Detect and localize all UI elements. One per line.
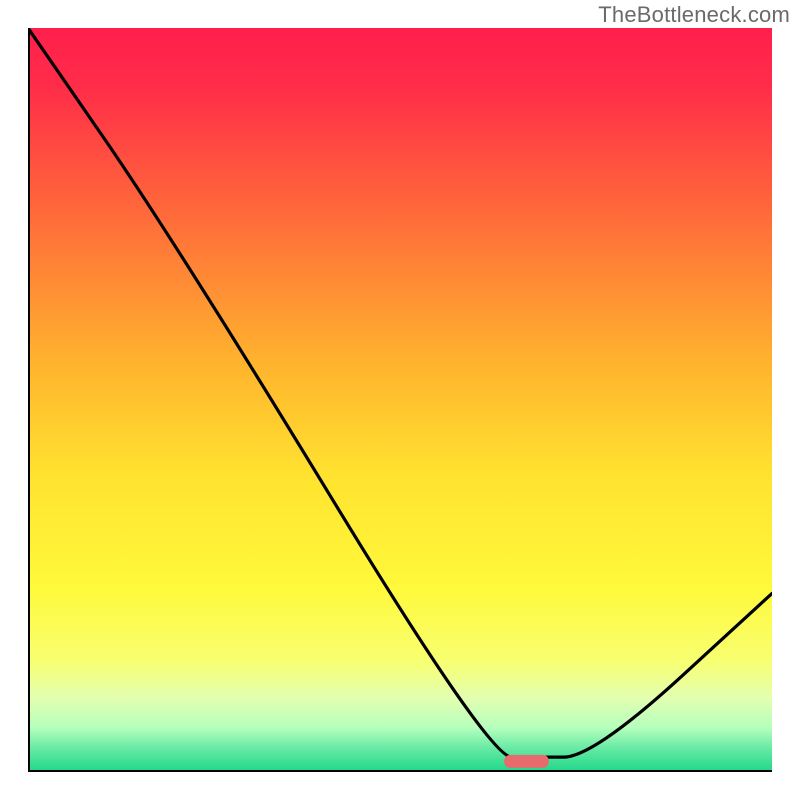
- bottleneck-curve-chart: [28, 28, 772, 772]
- attribution-text: TheBottleneck.com: [598, 2, 790, 28]
- chart-container: [28, 28, 772, 772]
- optimum-marker: [504, 755, 549, 768]
- gradient-background: [28, 28, 772, 772]
